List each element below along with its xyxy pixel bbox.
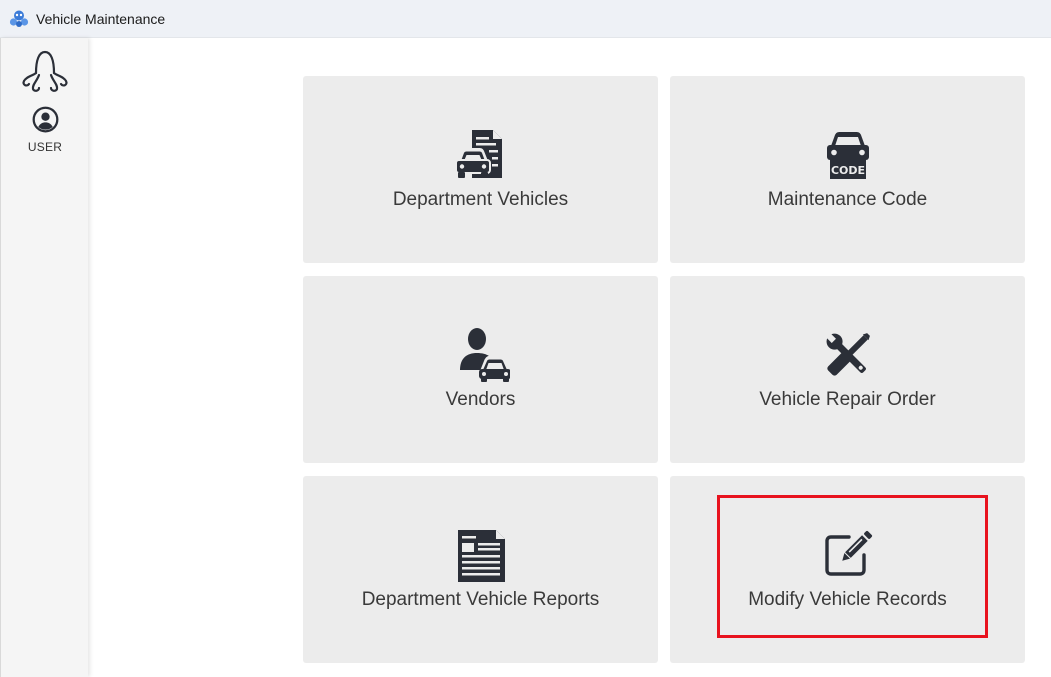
tile-department-vehicles[interactable]: Department Vehicles — [303, 76, 658, 263]
user-circle-icon — [32, 106, 58, 133]
octopus-logo-icon[interactable] — [19, 49, 71, 93]
edit-pencil-icon — [824, 530, 872, 576]
tile-label: Vendors — [445, 389, 516, 410]
octopus-logo-icon — [9, 10, 29, 27]
tile-modify-vehicle-records[interactable]: Modify Vehicle Records — [670, 476, 1025, 663]
tile-maintenance-code[interactable]: CODE Maintenance Code — [670, 76, 1025, 263]
tile-vehicle-repair-order[interactable]: Vehicle Repair Order — [670, 276, 1025, 463]
tile-label: Department Vehicle Reports — [361, 589, 600, 610]
tile-label: Department Vehicles — [392, 189, 569, 210]
svg-text:CODE: CODE — [830, 164, 864, 177]
tile-vendors[interactable]: Vendors — [303, 276, 658, 463]
window-title: Vehicle Maintenance — [36, 10, 166, 27]
tile-label: Maintenance Code — [767, 189, 928, 210]
person-car-icon — [459, 328, 510, 382]
car-code-icon: CODE — [826, 132, 869, 179]
user-label: USER — [27, 140, 63, 154]
tile-label: Vehicle Repair Order — [759, 389, 936, 410]
title-bar: Vehicle Maintenance — [0, 0, 1051, 38]
newspaper-report-icon — [457, 530, 505, 582]
user-button[interactable]: USER — [9, 106, 81, 156]
tile-department-vehicle-reports[interactable]: Department Vehicle Reports — [303, 476, 658, 663]
sidebar: USER — [0, 38, 88, 677]
tile-label: Modify Vehicle Records — [748, 589, 947, 610]
wrench-screwdriver-icon — [824, 332, 870, 376]
car-document-icon — [454, 130, 502, 178]
